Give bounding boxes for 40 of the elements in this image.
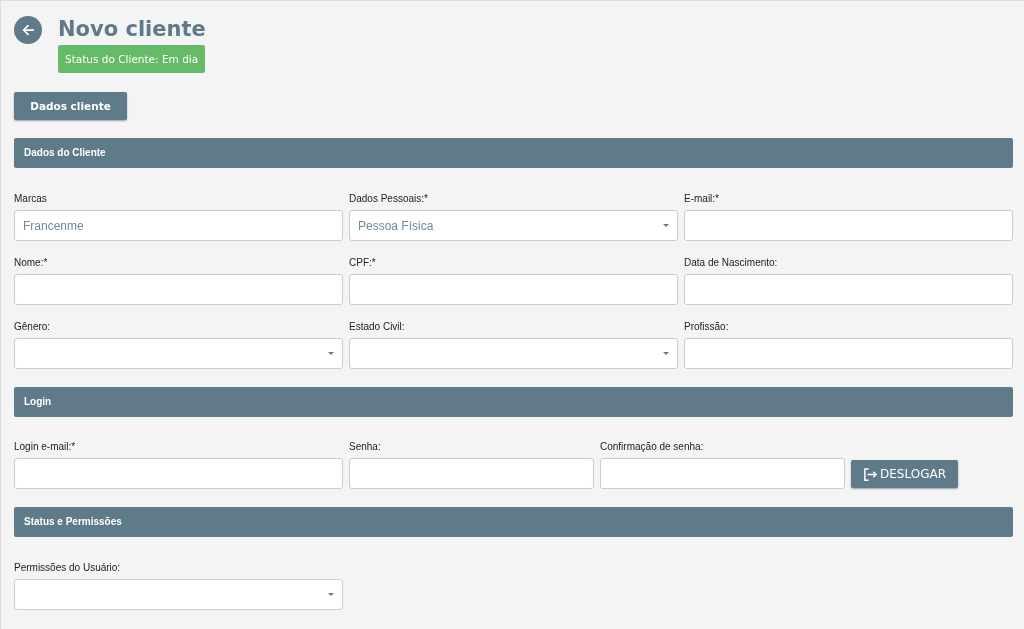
input-field[interactable] bbox=[349, 458, 594, 489]
select-field[interactable] bbox=[14, 579, 343, 610]
tab-button[interactable]: Dados cliente bbox=[14, 92, 127, 120]
caret-icon bbox=[328, 352, 334, 355]
input-field[interactable] bbox=[684, 274, 1013, 305]
field-label: Confirmação de senha: bbox=[600, 441, 705, 452]
field-label: Nome:* bbox=[14, 257, 49, 268]
field-label: Estado Civil: bbox=[349, 321, 406, 332]
field-label: Profissão: bbox=[684, 321, 730, 332]
caret-icon bbox=[663, 224, 669, 227]
section-header: Status e Permissões bbox=[14, 507, 1013, 537]
field-label: Login e-mail:* bbox=[14, 441, 77, 452]
input-field[interactable] bbox=[349, 274, 678, 305]
select-field[interactable] bbox=[349, 338, 678, 369]
section-header: Login bbox=[14, 387, 1013, 417]
input-field[interactable] bbox=[14, 274, 343, 305]
field-label: E-mail:* bbox=[684, 193, 720, 204]
back-button[interactable] bbox=[14, 16, 42, 44]
select-field[interactable] bbox=[14, 338, 343, 369]
input-field[interactable] bbox=[684, 210, 1013, 241]
field-label: Gênero: bbox=[14, 321, 52, 332]
caret-icon bbox=[663, 352, 669, 355]
input-field[interactable] bbox=[684, 338, 1013, 369]
field-label: Senha: bbox=[349, 441, 382, 452]
field-label: CPF:* bbox=[349, 257, 377, 268]
input-field[interactable] bbox=[14, 458, 343, 489]
page-title: Novo cliente bbox=[58, 16, 206, 43]
field-label: Permissões do Usuário: bbox=[14, 562, 122, 573]
field-label: Data de Nascimento: bbox=[684, 257, 779, 268]
logout-button[interactable]: DESLOGAR bbox=[851, 460, 958, 488]
status-badge: Status do Cliente: Em dia bbox=[58, 45, 206, 73]
select-field[interactable]: Pessoa Física bbox=[349, 210, 678, 241]
section-header: Dados do Cliente bbox=[14, 138, 1013, 168]
caret-icon bbox=[328, 593, 334, 596]
input-field[interactable]: Francenme bbox=[14, 210, 343, 241]
field-label: Marcas bbox=[14, 193, 48, 204]
field-label: Dados Pessoais:* bbox=[349, 193, 429, 204]
input-field[interactable] bbox=[600, 458, 845, 489]
logout-icon bbox=[863, 466, 878, 482]
arrow-left-icon bbox=[21, 23, 35, 37]
